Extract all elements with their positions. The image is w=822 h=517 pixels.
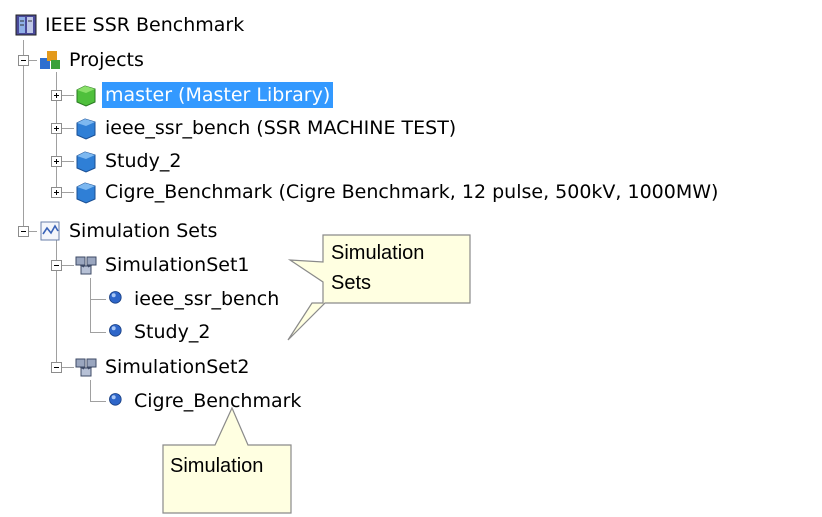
collapse-simulationset2-toggle[interactable] (51, 362, 62, 373)
collapse-simulationset1-toggle[interactable] (51, 260, 62, 271)
expand-cigre-benchmark-toggle[interactable] (51, 187, 62, 198)
collapse-simulation-sets-toggle[interactable] (18, 226, 29, 237)
expand-study-2-toggle[interactable] (51, 156, 62, 167)
workspace-tree: IEEE SSR Benchmark Projects master (Mast… (0, 0, 822, 517)
expand-ieee-ssr-bench-toggle[interactable] (51, 123, 62, 134)
expand-master-toggle[interactable] (51, 90, 62, 101)
callout-simulation-text: Simulation (170, 455, 264, 477)
callout-simulation-sets-line2: Sets (331, 272, 372, 294)
collapse-projects-toggle[interactable] (18, 55, 29, 66)
callout-simulation-sets-line1: Simulation (331, 242, 425, 264)
